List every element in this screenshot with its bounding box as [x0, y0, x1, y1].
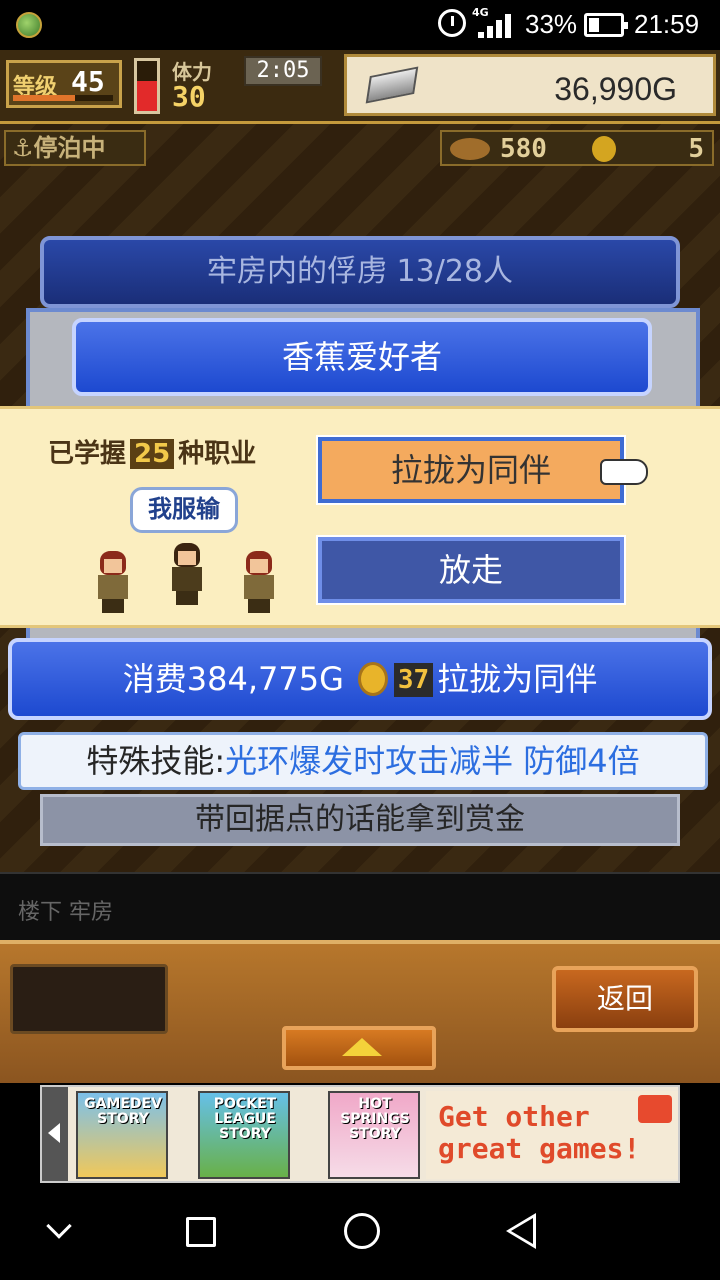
level-box: 等级 45 — [6, 60, 122, 108]
alarm-icon — [438, 9, 466, 37]
clock: 21:59 — [634, 9, 700, 39]
prisoner-name: 香蕉爱好者 — [72, 318, 652, 396]
location-label: 楼下 牢房 — [18, 900, 113, 925]
home-icon[interactable] — [344, 1213, 380, 1249]
medal-value: 5 — [688, 134, 704, 164]
empty-slot — [10, 964, 168, 1034]
docked-label: 停泊中 — [33, 134, 106, 162]
prisoner-action-popup: 已学握 25 种职业 我服输 拉拢为同伴 放走 — [0, 406, 720, 628]
prisoner-header: 牢房内的俘虏 13/28人 — [40, 236, 680, 308]
jobs-count: 25 — [130, 439, 175, 469]
cost-medals: 37 — [393, 663, 434, 697]
battery-percent: 33% — [525, 9, 578, 39]
release-button[interactable]: 放走 — [316, 535, 626, 605]
docked-status[interactable]: ⚓停泊中 — [4, 130, 146, 166]
resource-box: 580 5 — [440, 130, 714, 166]
jobs-prefix: 已学握 — [48, 439, 127, 469]
back-nav-icon[interactable] — [506, 1213, 536, 1249]
game-screen: 等级 45 体力 30 2:05 36,990G ⚓停泊中 580 5 牢房内的… — [0, 50, 720, 1083]
top-hud: 等级 45 体力 30 2:05 36,990G — [0, 50, 720, 124]
ad-game-hot-springs[interactable]: HOT SPRINGS STORY — [328, 1091, 420, 1179]
anchor-icon: ⚓ — [12, 134, 34, 162]
stamina-gauge — [134, 58, 160, 114]
recent-apps-icon[interactable] — [186, 1217, 216, 1247]
ad-banner[interactable]: GAMEDEV STORY POCKET LEAGUE STORY HOT SP… — [40, 1085, 680, 1183]
expand-up-button[interactable] — [282, 1026, 436, 1070]
skill-label: 特殊技能: — [86, 742, 226, 780]
ad-prev-arrow-icon[interactable] — [42, 1087, 68, 1181]
special-skill-bar: 特殊技能:光环爆发时攻击减半 防御4倍 — [18, 732, 708, 790]
bounty-note: 带回据点的话能拿到赏金 — [40, 794, 680, 846]
recruit-button[interactable]: 拉拢为同伴 — [316, 435, 626, 505]
back-button[interactable]: 返回 — [552, 966, 698, 1032]
timer: 2:05 — [244, 56, 322, 86]
jobs-suffix: 种职业 — [178, 439, 257, 469]
ad-game-pocket-league[interactable]: POCKET LEAGUE STORY — [198, 1091, 290, 1179]
hide-nav-icon[interactable] — [46, 1213, 72, 1239]
return-arrow-icon — [638, 1095, 672, 1123]
exp-bar — [13, 95, 113, 101]
jobs-learned: 已学握 25 种职业 — [48, 433, 256, 470]
guard-character-right — [238, 551, 278, 613]
bottom-control-panel: 返回 — [0, 940, 720, 1083]
level-value: 45 — [71, 65, 105, 98]
ad-game-gamedev[interactable]: GAMEDEV STORY — [76, 1091, 168, 1179]
money-box: 36,990G — [344, 54, 716, 116]
stamina-value: 30 — [172, 80, 206, 113]
ad-cta[interactable]: Get other great games! — [426, 1091, 678, 1179]
gold-coin-icon — [357, 662, 388, 696]
stamina-box: 体力 30 — [168, 56, 240, 113]
signal-icon — [478, 14, 512, 38]
cost-suffix: 拉拢为同伴 — [437, 660, 598, 698]
silver-bar-icon — [365, 66, 419, 104]
navigation-bar — [0, 1185, 720, 1280]
speech-bubble: 我服输 — [130, 487, 238, 533]
medal-icon — [592, 136, 616, 162]
recruit-cost-bar[interactable]: 消费384,775G 37 拉拢为同伴 — [8, 638, 712, 720]
money-value: 36,990G — [554, 71, 677, 107]
battery-icon — [584, 13, 628, 37]
location-strip: 楼下 牢房 — [0, 872, 720, 940]
cost-prefix: 消费384,775G — [122, 660, 344, 698]
sub-hud: ⚓停泊中 580 5 — [0, 128, 720, 168]
app-notification-icon — [16, 12, 42, 38]
food-icon — [450, 138, 490, 160]
pointing-hand-icon — [600, 459, 648, 485]
food-value: 580 — [500, 134, 547, 164]
skill-value: 光环爆发时攻击减半 防御4倍 — [225, 742, 640, 780]
status-bar: 4G 33% 21:59 — [0, 0, 720, 50]
guard-character-left — [92, 551, 132, 613]
prisoner-character — [166, 543, 206, 605]
